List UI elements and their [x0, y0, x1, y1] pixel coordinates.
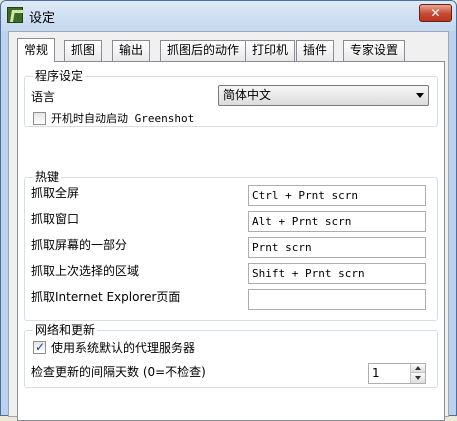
hotkey-region-label: 抓取屏幕的一部分 [31, 238, 128, 252]
greenshot-app-icon [7, 7, 23, 23]
hotkey-fullscreen-input[interactable]: Ctrl + Prnt scrn [248, 185, 426, 206]
spin-up-icon[interactable] [410, 364, 425, 373]
language-select[interactable]: 简体中文 [218, 85, 429, 106]
update-interval-stepper[interactable]: 1 [368, 363, 426, 384]
close-button[interactable]: ✕ [419, 4, 452, 22]
spin-down-icon[interactable] [410, 373, 425, 383]
hotkey-ie-input[interactable] [248, 289, 426, 310]
hotkey-last-region-label: 抓取上次选择的区域 [31, 264, 140, 278]
tab-panel-general: 程序设定 语言 简体中文 开机时自动启动 Greenshot 热键 抓取全屏 C… [17, 61, 445, 421]
hotkeys-group: 热键 抓取全屏 Ctrl + Prnt scrn 抓取窗口 Alt + Prnt… [24, 170, 438, 321]
language-label: 语言 [31, 90, 56, 104]
hotkey-window-label: 抓取窗口 [31, 212, 80, 226]
hotkey-region-input[interactable]: Prnt scrn [248, 237, 426, 258]
tab-printer[interactable]: 打印机 [245, 40, 296, 61]
tab-output[interactable]: 输出 [112, 40, 151, 61]
hotkey-window-input[interactable]: Alt + Prnt scrn [248, 211, 426, 232]
dialog-client-area: 常规 抓图 输出 抓图后的动作 打印机 插件 专家设置 程序设定 语言 简体中文… [8, 31, 449, 421]
hotkey-fullscreen-label: 抓取全屏 [31, 186, 80, 200]
checkmark-icon: ✓ [34, 340, 46, 354]
hotkeys-title: 热键 [33, 170, 62, 184]
program-settings-title: 程序设定 [33, 69, 86, 83]
language-select-value: 简体中文 [223, 88, 272, 102]
update-interval-label: 检查更新的间隔天数 (0=不检查) [31, 365, 206, 379]
tab-plugins[interactable]: 插件 [296, 40, 335, 61]
window-title: 设定 [29, 11, 56, 26]
autostart-checkbox[interactable] [33, 112, 46, 125]
update-interval-value: 1 [372, 366, 380, 380]
chevron-down-icon [416, 93, 424, 98]
proxy-checkbox[interactable]: ✓ [33, 340, 46, 354]
proxy-label: 使用系统默认的代理服务器 [51, 341, 196, 355]
title-bar[interactable]: 设定 ✕ [1, 1, 456, 31]
network-title: 网络和更新 [33, 323, 98, 337]
network-group: 网络和更新 ✓ 使用系统默认的代理服务器 检查更新的间隔天数 (0=不检查) 1 [24, 323, 438, 388]
program-settings-group: 程序设定 语言 简体中文 开机时自动启动 Greenshot [24, 69, 438, 127]
tab-capture[interactable]: 抓图 [64, 40, 103, 61]
tab-after-capture-actions[interactable]: 抓图后的动作 [160, 40, 247, 61]
tab-general[interactable]: 常规 [17, 38, 56, 62]
autostart-label: 开机时自动启动 Greenshot [51, 112, 195, 125]
hotkey-ie-label: 抓取Internet Explorer页面 [31, 290, 181, 304]
hotkey-last-region-input[interactable]: Shift + Prnt scrn [248, 263, 426, 284]
tab-expert-settings[interactable]: 专家设置 [343, 40, 406, 61]
settings-window: 设定 ✕ 常规 抓图 输出 抓图后的动作 打印机 插件 专家设置 程序设定 语言… [0, 0, 457, 421]
